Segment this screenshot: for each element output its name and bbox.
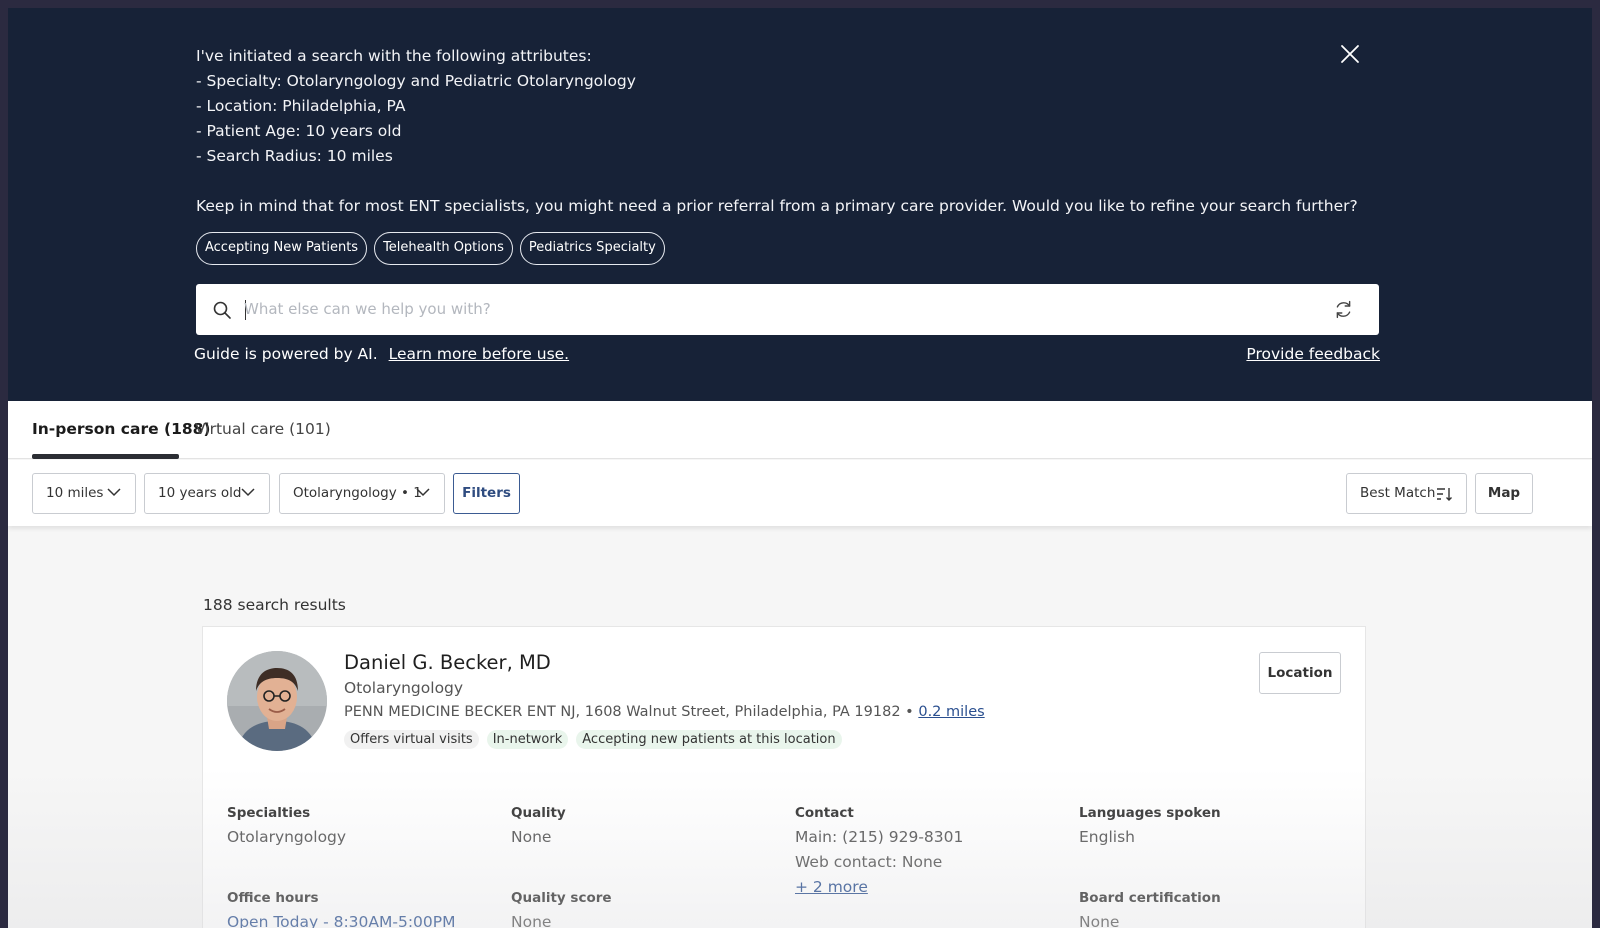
search-icon xyxy=(213,301,231,319)
guide-attribute: - Patient Age: 10 years old xyxy=(196,122,402,140)
contact-more-link[interactable]: + 2 more xyxy=(795,878,868,896)
languages-column: Languages spoken English Board certifica… xyxy=(1079,805,1221,928)
chevron-down-icon xyxy=(107,488,121,497)
distance-dropdown[interactable]: 10 miles xyxy=(32,473,136,514)
tag-accepting-new-patients: Accepting new patients at this location xyxy=(576,730,842,749)
sort-icon xyxy=(1437,488,1452,501)
active-tab-indicator xyxy=(32,454,179,459)
guide-attribute: - Search Radius: 10 miles xyxy=(196,147,393,165)
filter-bar: 10 miles 10 years old Otolaryngology • 1… xyxy=(8,460,1592,526)
specialties-value: Otolaryngology xyxy=(227,828,347,846)
specialty-value: Otolaryngology • 1 xyxy=(293,485,422,501)
provider-address: PENN MEDICINE BECKER ENT NJ, 1608 Walnut… xyxy=(344,704,985,720)
refresh-icon[interactable] xyxy=(1333,299,1354,320)
provider-tags: Offers virtual visits In-network Accepti… xyxy=(344,730,842,749)
learn-more-link[interactable]: Learn more before use. xyxy=(389,345,570,363)
results-count: 188 search results xyxy=(203,596,346,614)
suggestion-chips: Accepting New Patients Telehealth Option… xyxy=(196,232,665,265)
chip-pediatrics-specialty[interactable]: Pediatrics Specialty xyxy=(519,232,665,265)
age-dropdown[interactable]: 10 years old xyxy=(144,473,270,514)
chevron-down-icon xyxy=(241,488,255,497)
quality-value: None xyxy=(511,828,552,846)
contact-label: Contact xyxy=(795,805,854,821)
close-button[interactable] xyxy=(1338,42,1362,66)
distance-value: 10 miles xyxy=(46,485,104,501)
guide-followup: Keep in mind that for most ENT specialis… xyxy=(196,197,1358,215)
sort-value: Best Match xyxy=(1360,485,1436,501)
ai-disclaimer: Guide is powered by AI. Learn more befor… xyxy=(194,345,569,363)
specialties-label: Specialties xyxy=(227,805,311,821)
app-frame: I've initiated a search with the followi… xyxy=(8,8,1592,928)
contact-column: Contact Main: (215) 929-8301 Web contact… xyxy=(795,805,963,900)
board-certification-label: Board certification xyxy=(1079,890,1221,906)
tab-in-person-care[interactable]: In-person care (188) xyxy=(32,420,211,438)
provider-photo xyxy=(227,651,327,751)
board-certification-value: None xyxy=(1079,913,1120,928)
age-value: 10 years old xyxy=(158,485,242,501)
languages-label: Languages spoken xyxy=(1079,805,1221,821)
distance-link[interactable]: 0.2 miles xyxy=(918,704,984,720)
quality-label: Quality xyxy=(511,805,566,821)
bullet-separator: • xyxy=(905,704,919,720)
chip-accepting-new-patients[interactable]: Accepting New Patients xyxy=(196,232,368,265)
ai-disclaimer-text: Guide is powered by AI. xyxy=(194,345,378,363)
location-button[interactable]: Location xyxy=(1259,652,1341,694)
contact-main: Main: (215) 929-8301 xyxy=(795,828,964,846)
chevron-down-icon xyxy=(416,488,430,497)
provider-name[interactable]: Daniel G. Becker, MD xyxy=(344,651,551,674)
provide-feedback-link[interactable]: Provide feedback xyxy=(1246,345,1380,363)
quality-score-label: Quality score xyxy=(511,890,612,906)
contact-web: Web contact: None xyxy=(795,853,943,871)
specialties-column: Specialties Otolaryngology Office hours … xyxy=(227,805,456,928)
office-hours-label: Office hours xyxy=(227,890,319,906)
quality-column: Quality None Quality score None xyxy=(511,805,612,928)
guide-attribute: - Specialty: Otolaryngology and Pediatri… xyxy=(196,72,636,90)
languages-value: English xyxy=(1079,828,1135,846)
specialty-dropdown[interactable]: Otolaryngology • 1 xyxy=(279,473,445,514)
guide-attribute: - Location: Philadelphia, PA xyxy=(196,97,406,115)
close-icon xyxy=(1341,45,1359,63)
provider-avatar xyxy=(227,651,327,751)
office-hours-link[interactable]: Open Today - 8:30AM-5:00PM xyxy=(227,913,456,928)
provider-card[interactable]: Daniel G. Becker, MD Otolaryngology PENN… xyxy=(202,626,1366,928)
tag-in-network: In-network xyxy=(486,730,569,749)
provider-address-text: PENN MEDICINE BECKER ENT NJ, 1608 Walnut… xyxy=(344,704,901,720)
guide-search-box xyxy=(196,284,1379,335)
tab-virtual-care[interactable]: Virtual care (101) xyxy=(195,420,331,438)
guide-search-input[interactable] xyxy=(244,292,1294,326)
map-button[interactable]: Map xyxy=(1475,473,1533,514)
guide-message: I've initiated a search with the followi… xyxy=(196,44,1358,219)
guide-panel: I've initiated a search with the followi… xyxy=(8,8,1592,401)
filters-button[interactable]: Filters xyxy=(453,473,520,514)
chip-telehealth-options[interactable]: Telehealth Options xyxy=(374,232,513,265)
tag-virtual-visits: Offers virtual visits xyxy=(344,730,479,749)
care-tabs: In-person care (188) Virtual care (101) xyxy=(8,401,1592,459)
quality-score-value: None xyxy=(511,913,552,928)
guide-intro: I've initiated a search with the followi… xyxy=(196,47,592,65)
sort-dropdown[interactable]: Best Match xyxy=(1346,473,1467,514)
provider-specialty: Otolaryngology xyxy=(344,679,464,697)
